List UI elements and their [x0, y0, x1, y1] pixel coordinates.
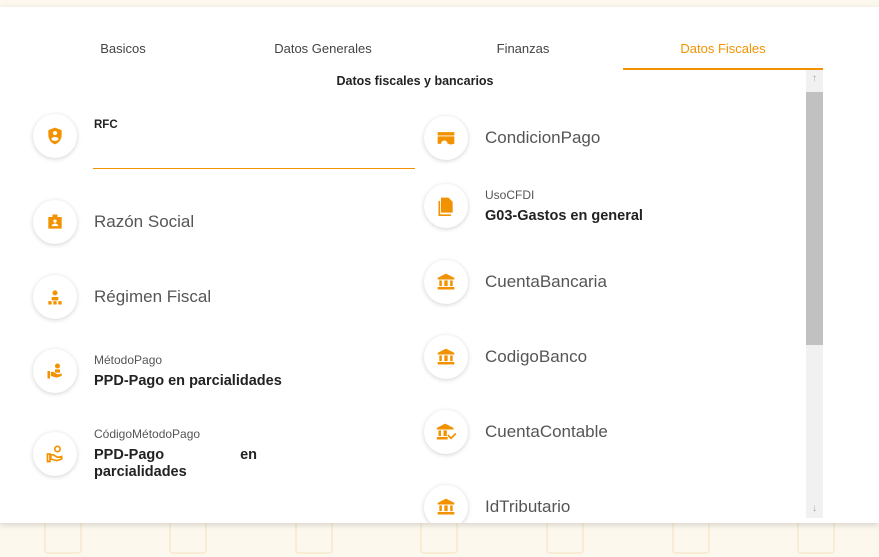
uso-cfdi-value: G03-Gastos en general — [485, 208, 643, 224]
rfc-input-underline — [93, 168, 415, 169]
cuenta-bancaria-field[interactable]: CuentaBancaria — [424, 260, 607, 304]
rfc-label: RFC — [94, 119, 118, 131]
tab-finanzas[interactable]: Finanzas — [423, 33, 623, 70]
cuenta-contable-field[interactable]: CuentaContable — [424, 410, 608, 454]
id-badge-icon — [33, 200, 77, 244]
codigo-banco-field[interactable]: CodigoBanco — [424, 335, 587, 379]
scroll-up-arrow-icon[interactable]: ↑ — [806, 72, 823, 86]
card-settings-icon — [424, 116, 468, 160]
form-card: Basicos Datos Generales Finanzas Datos F… — [0, 7, 879, 523]
codigo-metodo-pago-value-part2: en — [240, 447, 257, 463]
hand-person-icon — [33, 349, 77, 393]
condicion-pago-field[interactable]: CondicionPago — [424, 116, 600, 160]
condicion-pago-placeholder: CondicionPago — [485, 128, 601, 147]
bank-icon — [424, 485, 468, 523]
metodo-pago-value: PPD-Pago en parcialidades — [94, 373, 282, 389]
bank-icon — [424, 335, 468, 379]
tab-datos-generales[interactable]: Datos Generales — [223, 33, 423, 70]
regimen-fiscal-field[interactable]: Régimen Fiscal — [33, 275, 211, 319]
metodo-pago-field[interactable]: MétodoPago PPD-Pago en parcialidades — [33, 349, 282, 393]
org-person-icon — [33, 275, 77, 319]
shield-user-icon — [33, 114, 77, 158]
hand-coins-icon — [33, 431, 77, 476]
codigo-metodo-pago-field[interactable]: CódigoMétodoPago PPD-Pago en parcialidad… — [33, 427, 257, 480]
codigo-metodo-pago-value-line2: parcialidades — [94, 464, 187, 480]
scrollbar[interactable]: ↑ ↓ — [806, 70, 823, 518]
document-icon — [424, 184, 468, 228]
id-tributario-placeholder: IdTributario — [485, 497, 571, 516]
uso-cfdi-field[interactable]: UsoCFDI G03-Gastos en general — [424, 184, 643, 228]
tab-datos-fiscales[interactable]: Datos Fiscales — [623, 33, 823, 70]
id-tributario-field[interactable]: IdTributario — [424, 485, 570, 523]
cuenta-contable-placeholder: CuentaContable — [485, 422, 608, 441]
razon-social-field[interactable]: Razón Social — [33, 200, 194, 244]
razon-social-placeholder: Razón Social — [94, 212, 195, 231]
tab-basicos[interactable]: Basicos — [23, 33, 223, 70]
scroll-thumb[interactable] — [806, 92, 823, 345]
bank-icon — [424, 260, 468, 304]
bank-check-icon — [424, 410, 468, 454]
metodo-pago-label: MétodoPago — [94, 353, 163, 367]
codigo-banco-placeholder: CodigoBanco — [485, 347, 588, 366]
rfc-field[interactable]: RFC — [33, 114, 118, 158]
scroll-down-arrow-icon[interactable]: ↓ — [806, 502, 823, 516]
uso-cfdi-label: UsoCFDI — [485, 188, 535, 202]
background-pattern — [0, 517, 879, 557]
regimen-fiscal-placeholder: Régimen Fiscal — [94, 287, 212, 306]
codigo-metodo-pago-label: CódigoMétodoPago — [94, 427, 201, 441]
section-title: Datos fiscales y bancarios — [336, 74, 494, 88]
tab-bar: Basicos Datos Generales Finanzas Datos F… — [23, 33, 823, 70]
cuenta-bancaria-placeholder: CuentaBancaria — [485, 272, 607, 291]
codigo-metodo-pago-value-part1: PPD-Pago — [94, 447, 165, 463]
